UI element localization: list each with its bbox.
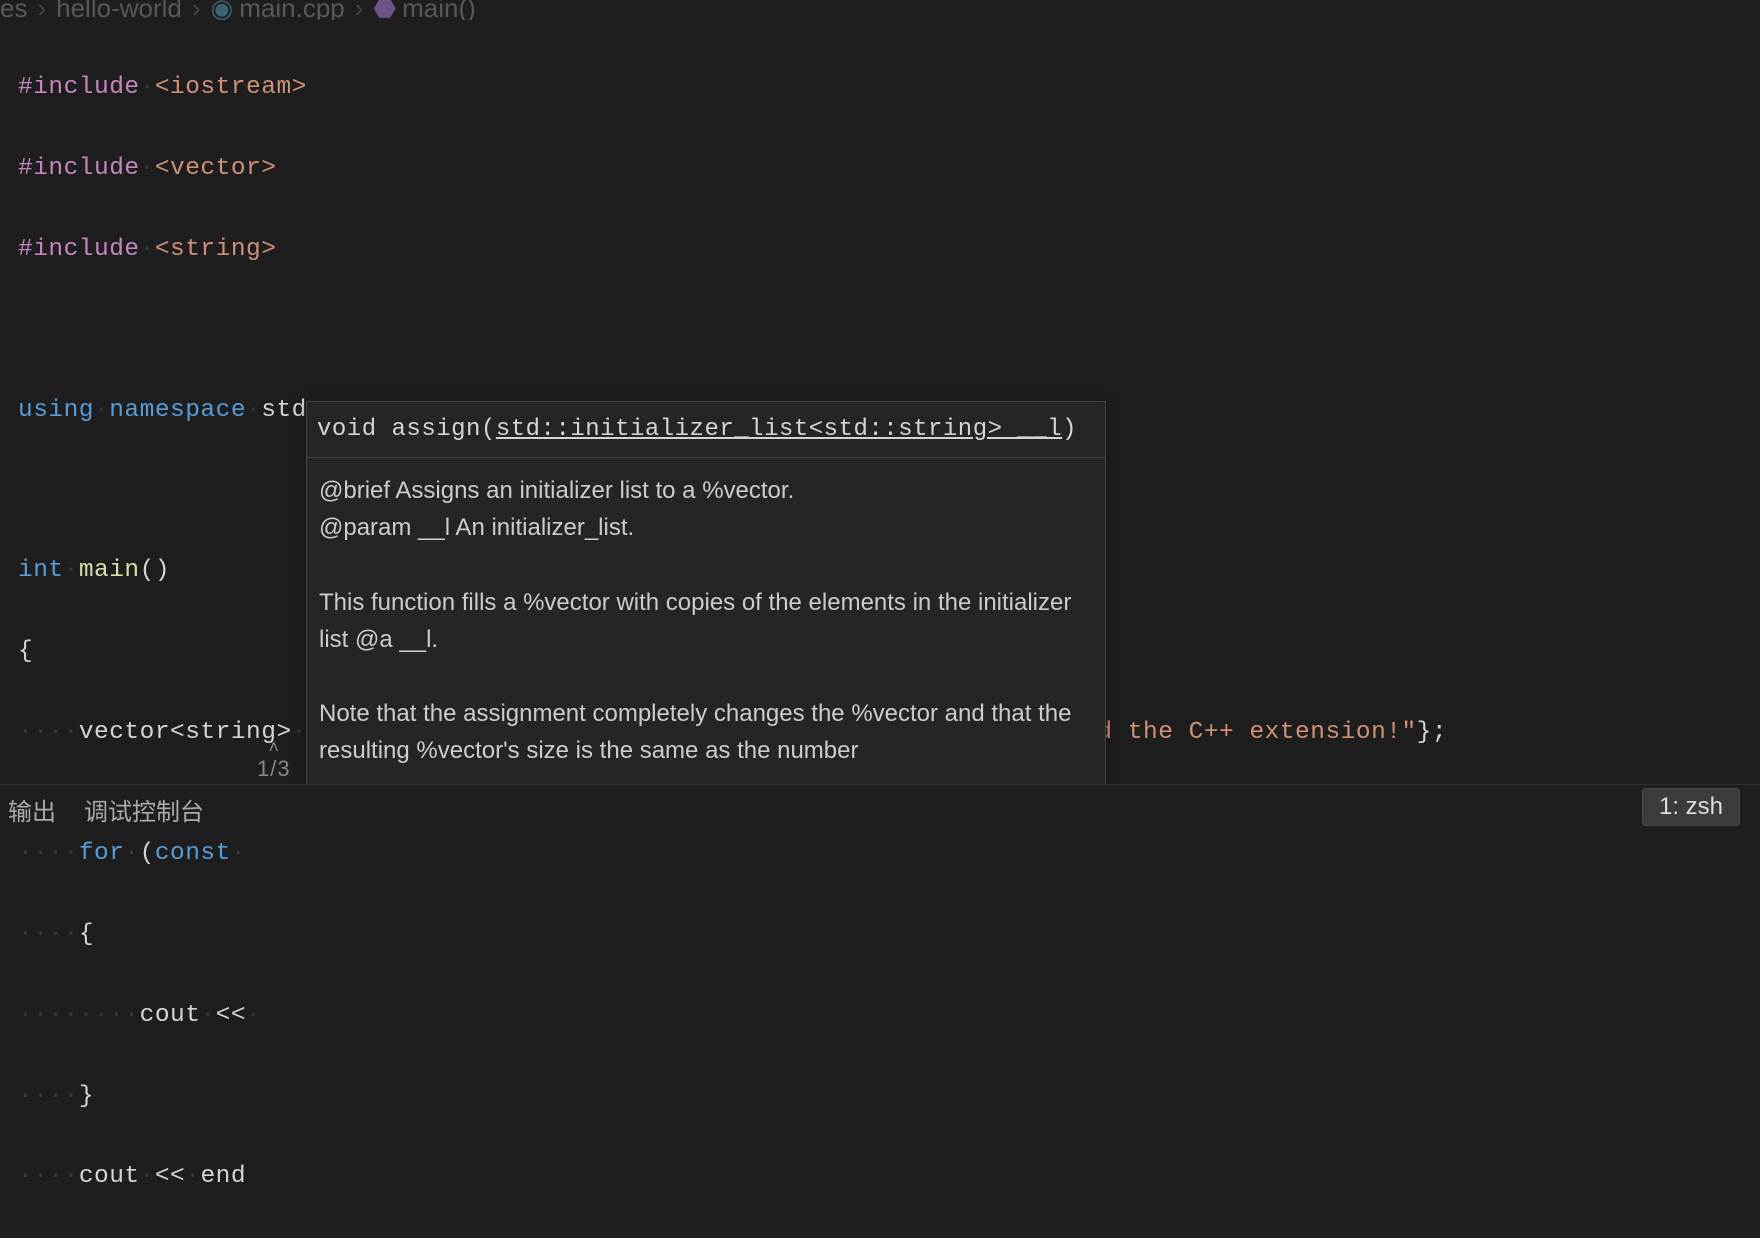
breadcrumb-folder[interactable]: hello-world: [56, 0, 182, 20]
active-parameter: std::initializer_list<std::string> __l: [496, 416, 1062, 443]
terminal-label: 1: zsh: [1659, 793, 1723, 821]
code-line[interactable]: ····{: [18, 915, 1760, 955]
code-line[interactable]: #include·<vector>: [18, 149, 1760, 189]
signature-doc: @brief Assigns an initializer list to a …: [307, 458, 1105, 788]
chevron-right-icon: ›: [355, 0, 364, 20]
breadcrumb: es › hello-world › ◉ main.cpp › ⬣ main(): [0, 0, 1760, 20]
code-line[interactable]: [18, 311, 1760, 350]
code-line[interactable]: #include·<string>: [18, 230, 1760, 270]
chevron-up-icon[interactable]: ˄: [269, 738, 280, 756]
code-line[interactable]: #include·<iostream>: [18, 68, 1760, 108]
cpp-file-icon: ◉: [211, 0, 234, 20]
signature-help-tooltip: ˄ 1/3 void assign(std::initializer_list<…: [306, 401, 1106, 789]
breadcrumb-file[interactable]: ◉ main.cpp: [211, 0, 345, 20]
code-line[interactable]: ····cout·<<·end: [18, 1157, 1760, 1197]
chevron-right-icon: ›: [192, 0, 201, 20]
signature-nav: ˄ 1/3: [257, 738, 291, 782]
code-line[interactable]: ····for·(const·: [18, 834, 1760, 874]
tab-debug-console[interactable]: 调试控制台: [84, 792, 204, 827]
chevron-right-icon: ›: [37, 0, 46, 20]
breadcrumb-symbol[interactable]: ⬣ main(): [373, 0, 475, 20]
tab-output[interactable]: 输出: [8, 792, 56, 827]
code-line[interactable]: ····}: [18, 1077, 1760, 1117]
panel-tabs: 输出 调试控制台: [0, 784, 1760, 834]
breadcrumb-parent[interactable]: es: [0, 0, 27, 20]
terminal-selector[interactable]: 1: zsh: [1642, 788, 1740, 826]
signature-count: 1/3: [257, 756, 291, 782]
code-line[interactable]: ········cout·<<·: [18, 996, 1760, 1036]
method-icon: ⬣: [373, 0, 396, 20]
signature-line: void assign(std::initializer_list<std::s…: [307, 402, 1105, 458]
